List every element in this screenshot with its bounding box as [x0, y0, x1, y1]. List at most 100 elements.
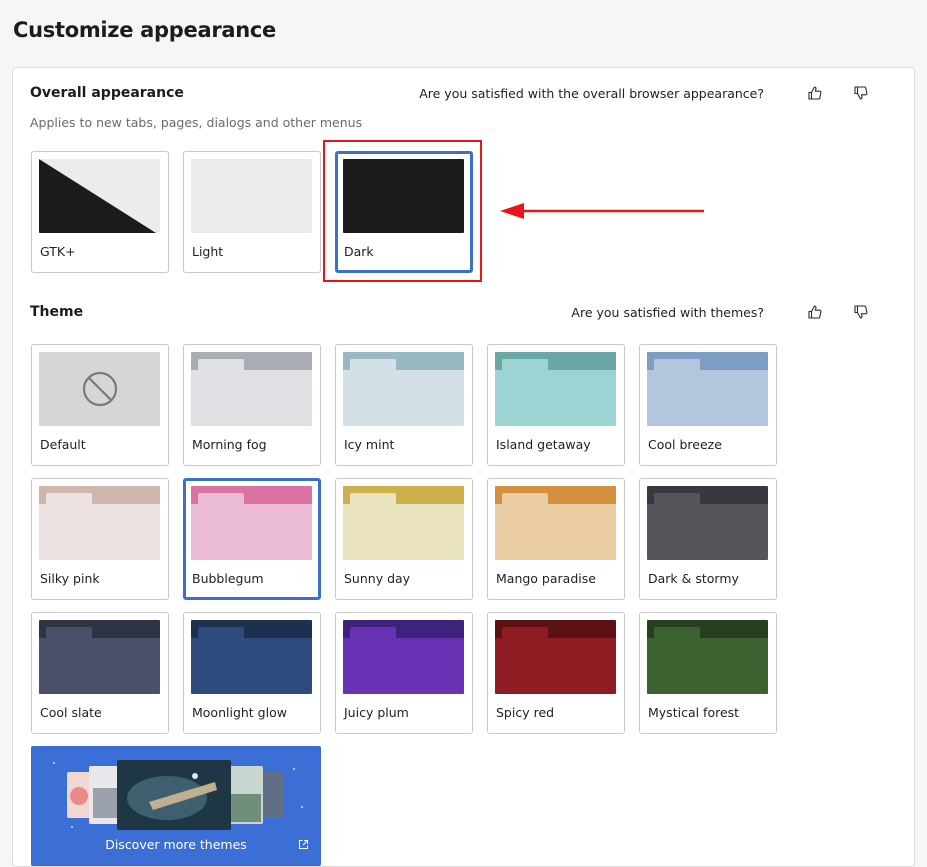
- theme-preview: [39, 620, 160, 694]
- appearance-feedback: Are you satisfied with the overall brows…: [419, 80, 874, 106]
- appearance-thumbs-up-button[interactable]: [802, 80, 828, 106]
- theme-option-label: Cool breeze: [648, 437, 722, 452]
- theme-preview: [647, 620, 768, 694]
- no-theme-icon: [82, 371, 118, 407]
- theme-option-juicy-plum[interactable]: Juicy plum: [335, 612, 473, 734]
- theme-preview-body: [39, 638, 160, 694]
- themes-collage-image: [67, 760, 283, 830]
- theme-option-mango-paradise[interactable]: Mango paradise: [487, 478, 625, 600]
- theme-section-title: Theme: [30, 304, 84, 320]
- sparkle: [293, 768, 295, 770]
- theme-option-label: Cool slate: [40, 705, 102, 720]
- theme-preview-tab: [654, 493, 700, 507]
- theme-preview-body: [39, 504, 160, 560]
- overall-appearance-subtitle: Applies to new tabs, pages, dialogs and …: [30, 115, 363, 130]
- theme-preview-body: [647, 370, 768, 426]
- theme-option-label: Mystical forest: [648, 705, 740, 720]
- appearance-option-light[interactable]: Light: [183, 151, 321, 273]
- thumbs-down-icon: [854, 305, 868, 319]
- theme-option-label: Dark & stormy: [648, 571, 739, 586]
- gtk-preview: [39, 159, 160, 233]
- theme-preview-tab: [198, 359, 244, 373]
- theme-preview: [343, 352, 464, 426]
- theme-preview-body: [191, 504, 312, 560]
- theme-preview: [39, 352, 160, 426]
- theme-preview-tab: [198, 493, 244, 507]
- theme-option-morning-fog[interactable]: Morning fog: [183, 344, 321, 466]
- theme-option-label: Mango paradise: [496, 571, 596, 586]
- theme-option-label: Sunny day: [344, 571, 411, 586]
- theme-preview-tab: [654, 359, 700, 373]
- theme-preview: [191, 352, 312, 426]
- theme-preview-body: [191, 370, 312, 426]
- theme-option-label: Silky pink: [40, 571, 100, 586]
- theme-option-default[interactable]: Default: [31, 344, 169, 466]
- theme-preview: [495, 620, 616, 694]
- theme-option-label: Default: [40, 437, 86, 452]
- theme-thumbs-up-button[interactable]: [802, 299, 828, 325]
- theme-option-label: Juicy plum: [344, 705, 409, 720]
- theme-preview-body: [191, 638, 312, 694]
- theme-option-island-getaway[interactable]: Island getaway: [487, 344, 625, 466]
- theme-feedback: Are you satisfied with themes?: [571, 299, 874, 325]
- theme-preview-tab: [350, 627, 396, 641]
- theme-preview-tab: [198, 627, 244, 641]
- appearance-thumbs-down-button[interactable]: [848, 80, 874, 106]
- theme-option-icy-mint[interactable]: Icy mint: [335, 344, 473, 466]
- theme-option-mystical-forest[interactable]: Mystical forest: [639, 612, 777, 734]
- theme-option-cool-slate[interactable]: Cool slate: [31, 612, 169, 734]
- appearance-option-gtk[interactable]: GTK+: [31, 151, 169, 273]
- theme-preview-tab: [502, 359, 548, 373]
- theme-preview-tab: [46, 493, 92, 507]
- theme-preview: [343, 486, 464, 560]
- theme-option-cool-breeze[interactable]: Cool breeze: [639, 344, 777, 466]
- theme-option-label: Bubblegum: [192, 571, 264, 586]
- thumbs-up-icon: [808, 305, 822, 319]
- sparkle: [53, 762, 55, 764]
- theme-preview-body: [343, 504, 464, 560]
- light-preview: [191, 159, 312, 233]
- overall-appearance-title: Overall appearance: [30, 85, 184, 101]
- theme-preview-body: [495, 638, 616, 694]
- theme-thumbs-down-button[interactable]: [848, 299, 874, 325]
- thumbs-up-icon: [808, 86, 822, 100]
- theme-preview: [647, 486, 768, 560]
- theme-preview-body: [343, 638, 464, 694]
- discover-more-themes-button[interactable]: Discover more themes: [31, 746, 321, 866]
- theme-preview: [191, 486, 312, 560]
- theme-option-sunny-day[interactable]: Sunny day: [335, 478, 473, 600]
- theme-preview-tab: [502, 627, 548, 641]
- thumbs-down-icon: [854, 86, 868, 100]
- external-link-icon: [299, 840, 308, 849]
- page-title: Customize appearance: [13, 18, 277, 42]
- theme-preview-tab: [350, 359, 396, 373]
- theme-option-moonlight-glow[interactable]: Moonlight glow: [183, 612, 321, 734]
- theme-preview: [39, 486, 160, 560]
- theme-option-label: Icy mint: [344, 437, 395, 452]
- theme-preview-body: [495, 504, 616, 560]
- theme-option-silky-pink[interactable]: Silky pink: [31, 478, 169, 600]
- theme-option-label: Moonlight glow: [192, 705, 287, 720]
- theme-option-spicy-red[interactable]: Spicy red: [487, 612, 625, 734]
- sparkle: [301, 806, 303, 808]
- appearance-option-label: GTK+: [40, 244, 76, 259]
- appearance-option-label: Light: [192, 244, 224, 259]
- appearance-feedback-question: Are you satisfied with the overall brows…: [419, 85, 764, 101]
- theme-preview: [191, 620, 312, 694]
- theme-feedback-question: Are you satisfied with themes?: [571, 304, 764, 320]
- theme-preview-tab: [502, 493, 548, 507]
- theme-preview-tab: [46, 627, 92, 641]
- annotation-highlight-box: [323, 140, 482, 282]
- theme-option-dark-stormy[interactable]: Dark & stormy: [639, 478, 777, 600]
- theme-option-bubblegum[interactable]: Bubblegum: [183, 478, 321, 600]
- theme-preview-body: [647, 504, 768, 560]
- theme-preview-body: [495, 370, 616, 426]
- theme-preview: [343, 620, 464, 694]
- theme-preview-tab: [350, 493, 396, 507]
- theme-preview: [495, 352, 616, 426]
- theme-preview: [495, 486, 616, 560]
- theme-preview-tab: [654, 627, 700, 641]
- theme-option-label: Island getaway: [496, 437, 591, 452]
- theme-option-label: Morning fog: [192, 437, 267, 452]
- discover-more-themes-label: Discover more themes: [105, 837, 247, 852]
